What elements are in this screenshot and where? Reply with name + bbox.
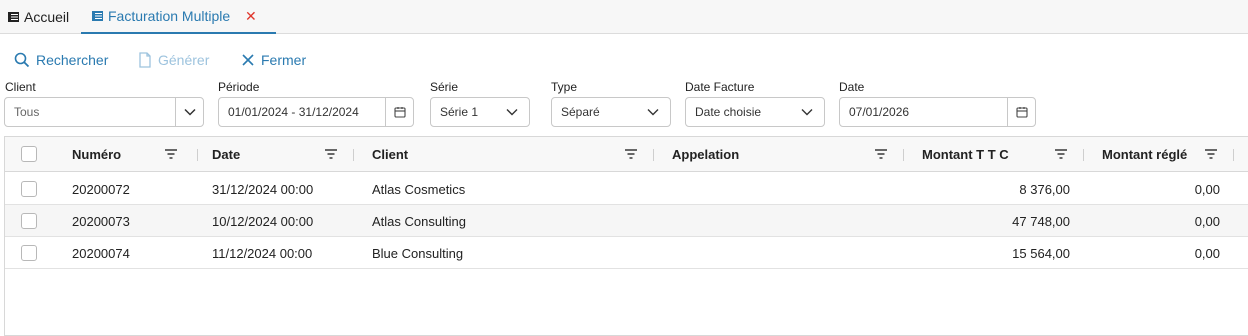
tab-accueil-label: Accueil xyxy=(24,9,70,25)
filter-icon[interactable] xyxy=(164,148,178,160)
cell-montant-ttc: 15 564,00 xyxy=(1012,245,1070,261)
generate-button[interactable]: Générer xyxy=(138,46,209,74)
row-checkbox[interactable] xyxy=(21,181,37,197)
tab-accueil[interactable]: Accueil xyxy=(8,0,69,34)
date-input-value: 07/01/2026 xyxy=(849,105,910,119)
document-icon xyxy=(138,52,152,68)
close-icon xyxy=(241,53,255,67)
generate-button-label: Générer xyxy=(158,52,210,68)
toolbar: Rechercher Générer Fermer xyxy=(0,46,1248,74)
date-facture-select-value: Date choisie xyxy=(695,105,762,119)
cell-montant-ttc: 47 748,00 xyxy=(1012,213,1070,229)
list-icon xyxy=(92,8,103,24)
serie-filter-label: Série xyxy=(430,80,459,94)
date-facture-select[interactable]: Date choisie xyxy=(685,97,825,127)
filter-icon[interactable] xyxy=(1054,148,1068,160)
date-input[interactable]: 07/01/2026 xyxy=(839,97,1036,127)
cell-client: Atlas Cosmetics xyxy=(372,181,466,197)
column-header-montant-regle[interactable]: Montant réglé xyxy=(1102,137,1187,172)
invoice-grid: Numéro Date Client Appelation Montant T … xyxy=(4,136,1248,336)
cell-date: 10/12/2024 00:00 xyxy=(212,213,314,229)
column-header-client[interactable]: Client xyxy=(372,137,408,172)
type-select[interactable]: Séparé xyxy=(551,97,671,127)
serie-select[interactable]: Série 1 xyxy=(430,97,530,127)
search-button-label: Rechercher xyxy=(36,52,109,68)
chevron-down-icon xyxy=(501,108,523,116)
cell-client: Atlas Consulting xyxy=(372,213,466,229)
column-separator[interactable] xyxy=(903,149,904,161)
client-select-value: Tous xyxy=(14,105,40,119)
column-separator[interactable] xyxy=(1233,149,1234,161)
periode-filter-label: Période xyxy=(218,80,260,94)
cell-montant-regle: 0,00 xyxy=(1194,213,1220,229)
list-icon xyxy=(8,9,19,25)
date-filter-label: Date xyxy=(839,80,865,94)
tab-facturation-multiple[interactable]: Facturation Multiple ✕ xyxy=(81,0,276,34)
cell-numero: 20200074 xyxy=(72,245,130,261)
client-filter-label: Client xyxy=(5,80,36,94)
column-separator[interactable] xyxy=(1083,149,1084,161)
cell-montant-regle: 0,00 xyxy=(1194,181,1220,197)
client-select[interactable]: Tous xyxy=(4,97,204,127)
search-icon xyxy=(14,52,30,68)
row-checkbox[interactable] xyxy=(21,245,37,261)
grid-header: Numéro Date Client Appelation Montant T … xyxy=(5,137,1248,172)
cell-montant-regle: 0,00 xyxy=(1194,245,1220,261)
column-header-appelation[interactable]: Appelation xyxy=(672,137,739,172)
column-separator[interactable] xyxy=(197,149,198,161)
close-button[interactable]: Fermer xyxy=(241,46,306,74)
date-facture-filter-label: Date Facture xyxy=(685,80,755,94)
search-button[interactable]: Rechercher xyxy=(14,46,108,74)
periode-input-value: 01/01/2024 - 31/12/2024 xyxy=(228,105,359,119)
filter-icon[interactable] xyxy=(624,148,638,160)
filter-icon[interactable] xyxy=(874,148,888,160)
table-row[interactable]: 20200072 31/12/2024 00:00 Atlas Cosmetic… xyxy=(5,173,1248,205)
column-header-date[interactable]: Date xyxy=(212,137,240,172)
tab-bar: Accueil Facturation Multiple ✕ xyxy=(0,0,1248,34)
close-tab-icon[interactable]: ✕ xyxy=(245,8,257,25)
filter-icon[interactable] xyxy=(324,148,338,160)
cell-numero: 20200072 xyxy=(72,181,130,197)
tab-facturation-label: Facturation Multiple xyxy=(108,8,231,24)
select-all-checkbox[interactable] xyxy=(21,146,37,162)
table-row[interactable]: 20200073 10/12/2024 00:00 Atlas Consulti… xyxy=(5,205,1248,237)
chevron-down-icon xyxy=(796,108,818,116)
cell-numero: 20200073 xyxy=(72,213,130,229)
table-row[interactable]: 20200074 11/12/2024 00:00 Blue Consultin… xyxy=(5,237,1248,269)
chevron-down-icon xyxy=(642,108,664,116)
chevron-down-icon[interactable] xyxy=(175,98,203,126)
periode-input[interactable]: 01/01/2024 - 31/12/2024 xyxy=(218,97,414,127)
filter-icon[interactable] xyxy=(1204,148,1218,160)
cell-client: Blue Consulting xyxy=(372,245,464,261)
column-separator[interactable] xyxy=(353,149,354,161)
cell-montant-ttc: 8 376,00 xyxy=(1019,181,1070,197)
cell-date: 31/12/2024 00:00 xyxy=(212,181,314,197)
column-header-montant-ttc[interactable]: Montant T T C xyxy=(922,137,1009,172)
column-header-numero[interactable]: Numéro xyxy=(72,137,121,172)
serie-select-value: Série 1 xyxy=(440,105,479,119)
calendar-icon[interactable] xyxy=(1007,98,1035,126)
calendar-icon[interactable] xyxy=(385,98,413,126)
type-filter-label: Type xyxy=(551,80,578,94)
type-select-value: Séparé xyxy=(561,105,600,119)
column-separator[interactable] xyxy=(653,149,654,161)
close-button-label: Fermer xyxy=(261,52,307,68)
cell-date: 11/12/2024 00:00 xyxy=(212,245,313,261)
row-checkbox[interactable] xyxy=(21,213,37,229)
